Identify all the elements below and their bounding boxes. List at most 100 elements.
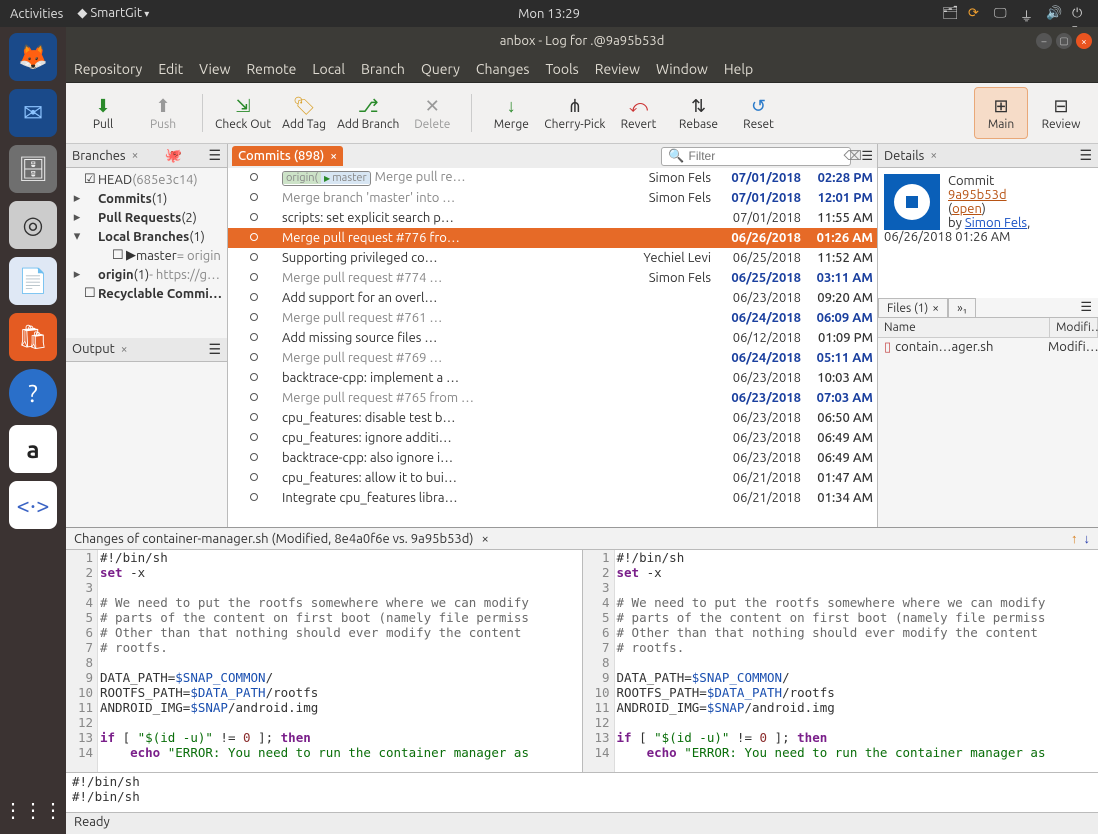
github-icon[interactable]: 🐙 — [165, 147, 182, 164]
launcher-apps-grid[interactable]: ⋮⋮⋮ — [3, 798, 63, 822]
push-button[interactable]: ⬆Push — [136, 87, 190, 139]
delete-button[interactable]: ✕Delete — [405, 87, 459, 139]
commit-list[interactable]: origin(▶masterMerge pull re…Simon Fels07… — [228, 168, 877, 527]
commit-row[interactable]: scripts: set explicit search p…07/01/201… — [228, 208, 877, 228]
menu-changes[interactable]: Changes — [476, 61, 530, 77]
branches-tab[interactable]: Branches× 🐙 ☰ — [66, 144, 227, 168]
commit-row[interactable]: cpu_features: allow it to bui…06/21/2018… — [228, 468, 877, 488]
filter-input[interactable] — [689, 149, 844, 163]
cherrypick-button[interactable]: ⋔Cherry-Pick — [544, 87, 605, 139]
diff-tab[interactable]: Changes of container-manager.sh (Modifie… — [66, 528, 1098, 550]
app-indicator[interactable]: ◆ SmartGit — [77, 6, 149, 21]
menu-help[interactable]: Help — [724, 61, 753, 77]
close-icon[interactable]: × — [932, 302, 939, 315]
commit-row[interactable]: Add missing source files …06/12/201801:0… — [228, 328, 877, 348]
hamburger-icon[interactable]: ☰ — [1074, 298, 1098, 317]
menu-remote[interactable]: Remote — [246, 61, 296, 77]
close-icon[interactable]: × — [121, 343, 128, 356]
rebase-button[interactable]: ⇅Rebase — [671, 87, 725, 139]
window-close[interactable]: × — [1076, 33, 1092, 49]
files-list[interactable]: ▯contain…ager.sh Modifi… — [878, 338, 1098, 357]
commit-row[interactable]: Add support for an overl…06/23/201809:20… — [228, 288, 877, 308]
commit-row[interactable]: origin(▶masterMerge pull re…Simon Fels07… — [228, 168, 877, 188]
branch-item[interactable]: ☑HEAD (685e3c14) — [66, 170, 227, 189]
open-link[interactable]: open — [952, 202, 982, 216]
commit-row[interactable]: Merge pull request #774 …Simon Fels06/25… — [228, 268, 877, 288]
display-icon[interactable]: 🖵 — [994, 6, 1010, 22]
files-more-tab[interactable]: »₁ — [948, 298, 976, 317]
addtag-button[interactable]: 🏷Add Tag — [277, 87, 331, 139]
hamburger-icon[interactable]: ☰ — [208, 341, 221, 358]
checkout-button[interactable]: ⇲Check Out — [215, 87, 271, 139]
files-tab[interactable]: Files (1) × — [878, 298, 948, 317]
branch-item[interactable]: ☐▶ master = origin — [66, 246, 227, 265]
branch-item[interactable]: ▸Pull Requests (2) — [66, 208, 227, 227]
commit-row[interactable]: backtrace-cpp: also ignore i…06/23/20180… — [228, 448, 877, 468]
launcher-help[interactable]: ? — [9, 369, 57, 417]
commit-row[interactable]: Merge branch 'master' into …Simon Fels07… — [228, 188, 877, 208]
launcher-firefox[interactable]: 🦊 — [9, 33, 57, 81]
launcher-writer[interactable]: 📄 — [9, 257, 57, 305]
hamburger-icon[interactable]: ☰ — [208, 147, 221, 164]
prev-diff-icon[interactable]: ↑ — [1071, 531, 1078, 546]
branch-item[interactable]: ▾Local Branches (1) — [66, 227, 227, 246]
hamburger-icon[interactable]: ☰ — [861, 149, 873, 164]
update-icon[interactable]: ⟳ — [968, 6, 984, 22]
details-tab[interactable]: Details× ☰ — [878, 144, 1098, 168]
commit-row[interactable]: cpu_features: ignore additi…06/23/201806… — [228, 428, 877, 448]
menu-branch[interactable]: Branch — [361, 61, 405, 77]
main-perspective-button[interactable]: ⊞Main — [974, 87, 1028, 139]
review-perspective-button[interactable]: ⊟Review — [1034, 87, 1088, 139]
window-maximize[interactable]: ▢ — [1056, 33, 1072, 49]
close-icon[interactable]: × — [330, 150, 337, 163]
launcher-files[interactable]: 🗄 — [9, 145, 57, 193]
commit-row[interactable]: Supporting privileged co…Yechiel Levi06/… — [228, 248, 877, 268]
commit-row[interactable]: cpu_features: disable test b…06/23/20180… — [228, 408, 877, 428]
commit-row[interactable]: Merge pull request #765 from …06/23/2018… — [228, 388, 877, 408]
diff-left[interactable]: 1234567891011121314 #!/bin/sh set -x # W… — [66, 550, 583, 772]
menu-window[interactable]: Window — [656, 61, 708, 77]
menu-query[interactable]: Query — [421, 61, 460, 77]
hamburger-icon[interactable]: ☰ — [1079, 147, 1092, 164]
close-icon[interactable]: × — [930, 149, 937, 162]
commit-sha[interactable]: 9a95b53d — [948, 188, 1007, 202]
network-icon[interactable]: ⏚ — [1020, 6, 1036, 22]
menu-repository[interactable]: Repository — [74, 61, 142, 77]
window-minimize[interactable]: – — [1036, 33, 1052, 49]
author-link[interactable]: Simon Fels — [965, 216, 1027, 230]
menu-edit[interactable]: Edit — [158, 61, 183, 77]
branch-item[interactable]: ▸Commits (1) — [66, 189, 227, 208]
commit-row[interactable]: Merge pull request #776 fro…06/26/201801… — [228, 228, 877, 248]
commit-row[interactable]: Integrate cpu_features libra…06/21/20180… — [228, 488, 877, 508]
menu-review[interactable]: Review — [595, 61, 640, 77]
power-icon[interactable]: ⏻ ▾ — [1072, 6, 1088, 22]
volume-icon[interactable]: 🔊 — [1046, 6, 1062, 22]
close-icon[interactable]: × — [132, 149, 139, 162]
file-row[interactable]: ▯contain…ager.sh Modifi… — [878, 338, 1098, 357]
col-name[interactable]: Name — [878, 318, 1050, 337]
launcher-rhythmbox[interactable]: ◎ — [9, 201, 57, 249]
diff-right[interactable]: 1234567891011121314 #!/bin/sh set -x # W… — [583, 550, 1098, 772]
clock[interactable]: Mon 13:29 — [518, 7, 580, 21]
commit-row[interactable]: Merge pull request #769 …06/24/201805:11… — [228, 348, 877, 368]
branches-list[interactable]: ☑HEAD (685e3c14)▸Commits (1)▸Pull Reques… — [66, 168, 227, 338]
language-icon[interactable]: 🗂 — [942, 6, 958, 22]
next-diff-icon[interactable]: ↓ — [1084, 531, 1091, 546]
activities-button[interactable]: Activities — [10, 7, 63, 21]
close-icon[interactable]: × — [481, 532, 488, 546]
revert-button[interactable]: ⤺Revert — [611, 87, 665, 139]
launcher-software[interactable]: 🛍 — [9, 313, 57, 361]
filter-box[interactable]: 🔍 ⌫ — [661, 147, 851, 166]
branch-item[interactable]: ☐Recyclable Commi… — [66, 284, 227, 303]
menu-local[interactable]: Local — [312, 61, 345, 77]
commit-row[interactable]: Merge pull request #761 …06/24/201806:09… — [228, 308, 877, 328]
branch-item[interactable]: ▸origin (1) - https://g… — [66, 265, 227, 284]
launcher-amazon[interactable]: a — [9, 425, 57, 473]
reset-button[interactable]: ↺Reset — [731, 87, 785, 139]
launcher-thunderbird[interactable]: ✉ — [9, 89, 57, 137]
menu-tools[interactable]: Tools — [546, 61, 579, 77]
col-modified[interactable]: Modifi… — [1050, 318, 1098, 337]
output-tab[interactable]: Output× ☰ — [66, 338, 227, 362]
commit-row[interactable]: backtrace-cpp: implement a …06/23/201810… — [228, 368, 877, 388]
launcher-editor[interactable]: <·> — [9, 481, 57, 529]
